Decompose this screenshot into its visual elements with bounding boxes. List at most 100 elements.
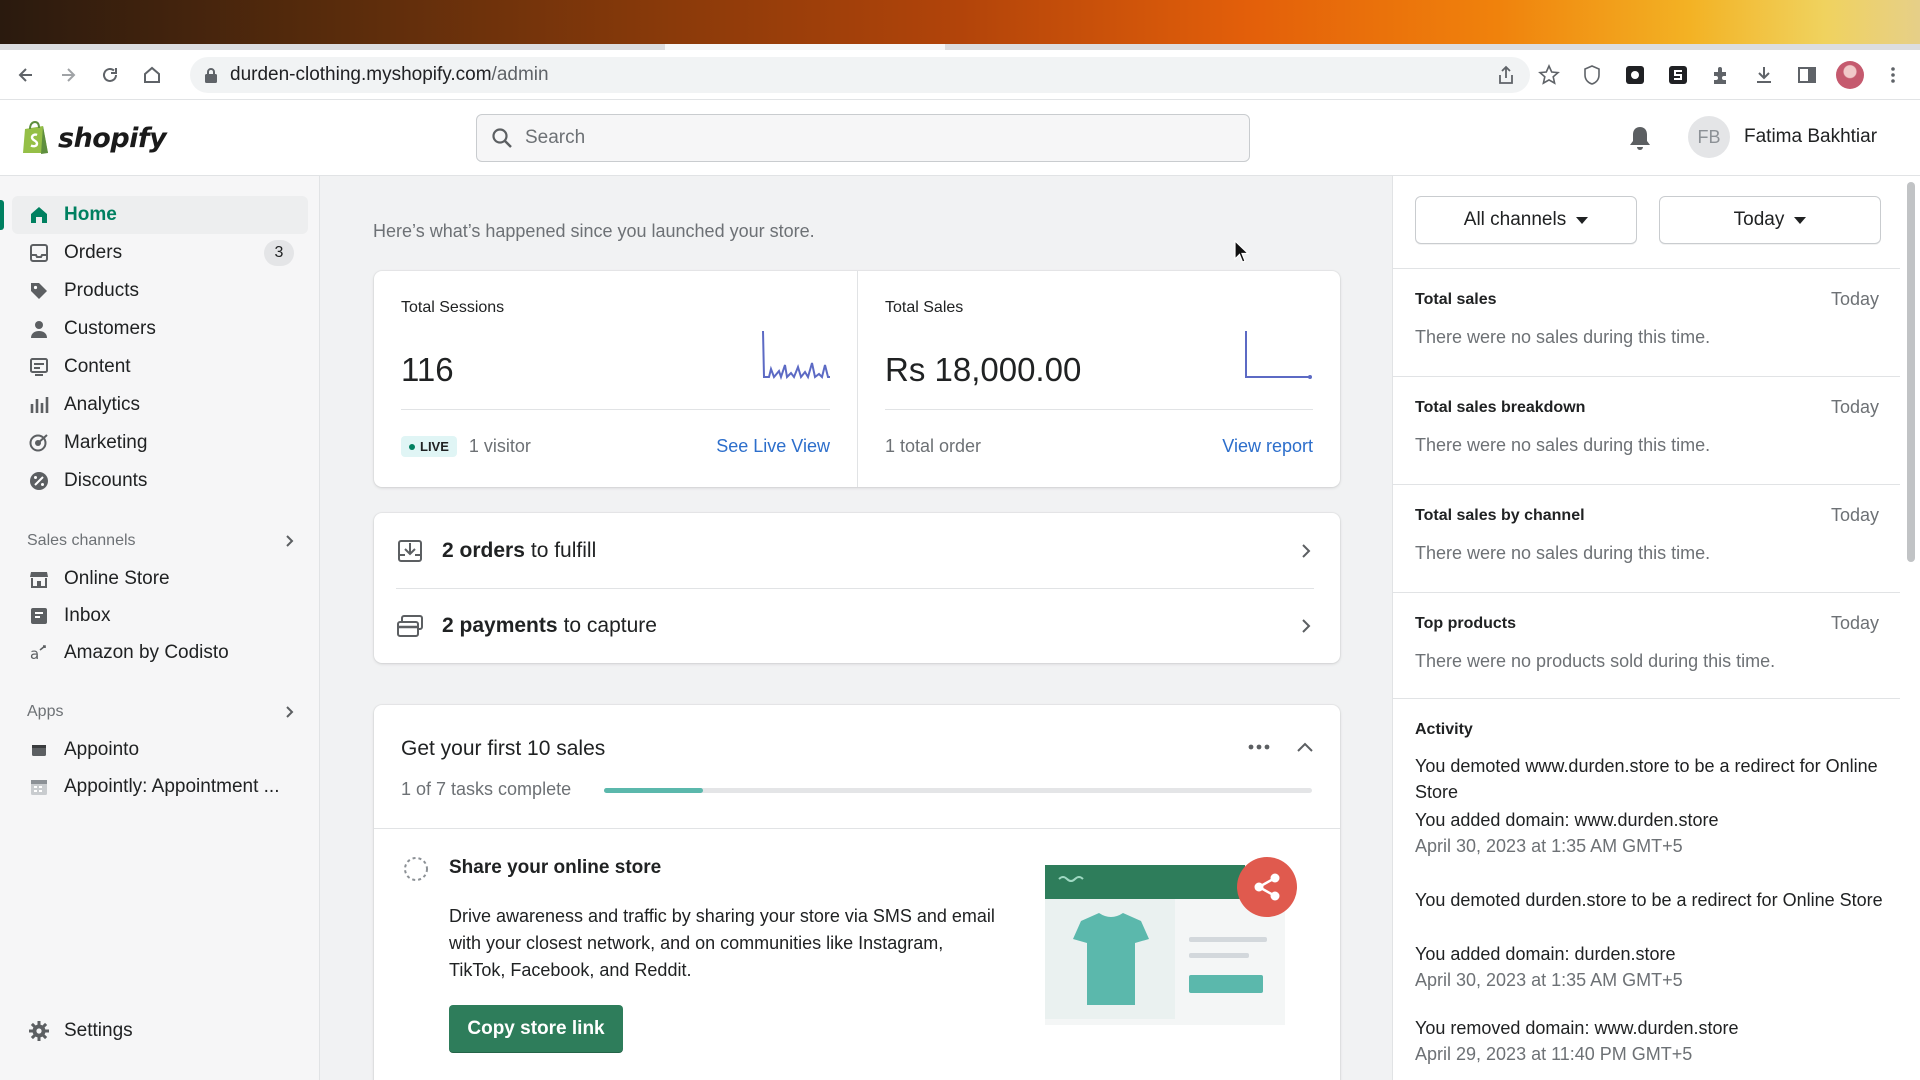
apps-section[interactable]: Apps: [27, 703, 297, 721]
download-icon[interactable]: [1749, 60, 1779, 90]
section-date: Today: [1830, 289, 1879, 309]
activity-title: Activity: [1415, 721, 1473, 738]
activity-item: You added domain: www.durden.store April …: [1415, 807, 1885, 859]
app-calendar-icon: [28, 776, 50, 798]
sidebar-item-content[interactable]: Content: [12, 348, 308, 386]
inbox-icon: [28, 605, 50, 627]
see-live-view-link[interactable]: See Live View: [716, 436, 830, 457]
s-extension-icon[interactable]: [1663, 60, 1693, 90]
sidebar-item-online-store[interactable]: Online Store: [12, 560, 308, 598]
todo-text: to fulfill: [530, 538, 597, 562]
section-title: Total sales by channel: [1415, 507, 1585, 524]
sidebar-item-orders[interactable]: Orders 3: [12, 234, 308, 272]
total-sales-section: Total sales Today There were no sales du…: [1393, 268, 1900, 376]
tag-icon: [28, 280, 50, 302]
sidebar-item-products[interactable]: Products: [12, 272, 308, 310]
sales-breakdown-section: Total sales breakdown Today There were n…: [1393, 376, 1900, 484]
address-bar[interactable]: durden-clothing.myshopify.com/admin: [190, 56, 1530, 93]
sidebar-item-label: Inbox: [64, 605, 111, 626]
chevron-right-icon[interactable]: [281, 704, 297, 720]
caret-down-icon: [1576, 216, 1589, 224]
side-panel-icon[interactable]: [1792, 60, 1822, 90]
admin-topbar: shopify FB Fatima Bakhtiar: [0, 100, 1920, 176]
sales-sparkline: [1245, 331, 1312, 379]
activity-item: You demoted www.durden.store to be a red…: [1415, 756, 1878, 802]
todo-count: 2 orders: [442, 538, 525, 562]
sidebar: Home Orders 3 Products Customers Content…: [0, 176, 320, 1080]
shopify-wordmark: shopify: [58, 122, 167, 154]
sidebar-item-home[interactable]: Home: [12, 196, 308, 234]
todo-card: 2 orders to fulfill 2 payments to captur…: [374, 513, 1340, 663]
channel-filter-dropdown[interactable]: All channels: [1415, 196, 1637, 244]
section-title: Total sales: [1415, 291, 1497, 308]
orders-icon: [28, 242, 50, 264]
home-icon: [28, 204, 50, 226]
visitor-count: 1 visitor: [468, 436, 531, 456]
order-count: 1 total order: [885, 436, 982, 456]
dark-extension-icon[interactable]: [1620, 60, 1650, 90]
reload-icon[interactable]: [94, 59, 126, 91]
puzzle-extensions-icon[interactable]: [1706, 60, 1736, 90]
todo-text: to capture: [563, 613, 657, 637]
back-icon[interactable]: [10, 59, 42, 91]
sidebar-item-label: Customers: [64, 318, 156, 339]
chevron-right-icon[interactable]: [281, 533, 297, 549]
sidebar-item-analytics[interactable]: Analytics: [12, 386, 308, 424]
progress-label: 1 of 7 tasks complete: [401, 779, 572, 799]
live-badge: LIVE: [401, 436, 457, 457]
shopify-bag-icon: [23, 120, 48, 154]
orders-to-fulfill-row[interactable]: 2 orders to fulfill: [374, 513, 1340, 588]
more-options-icon[interactable]: [1243, 731, 1275, 763]
active-indicator: [0, 200, 4, 230]
bookmark-star-icon[interactable]: [1534, 60, 1564, 90]
sidebar-item-label: Appointly: Appointment ...: [64, 776, 280, 797]
browser-toolbar: durden-clothing.myshopify.com/admin: [0, 50, 1920, 100]
share-page-icon[interactable]: [1491, 60, 1521, 90]
sales-channels-section[interactable]: Sales channels: [27, 532, 297, 550]
svg-text:a: a: [30, 645, 39, 663]
sidebar-item-customers[interactable]: Customers: [12, 310, 308, 348]
shopify-logo[interactable]: shopify: [20, 120, 167, 156]
total-sales-panel: Total Sales Rs 18,000.00 1 total order V…: [857, 271, 1340, 487]
chevron-up-icon[interactable]: [1289, 731, 1321, 763]
search-bar[interactable]: [476, 114, 1250, 162]
section-title: Top products: [1415, 615, 1517, 632]
activity-item: You demoted durden.store to be a redirec…: [1415, 890, 1883, 910]
setup-title: Get your first 10 sales: [401, 737, 606, 760]
task-title: Share your online store: [449, 857, 662, 878]
scrollbar-thumb[interactable]: [1907, 182, 1915, 562]
sidebar-item-appointo[interactable]: Appointo: [12, 731, 308, 769]
sidebar-item-amazon[interactable]: a Amazon by Codisto: [12, 634, 308, 672]
right-panel: All channels Today Total sales Today The…: [1392, 176, 1900, 1080]
user-menu[interactable]: FB Fatima Bakhtiar: [1688, 116, 1877, 158]
sidebar-item-discounts[interactable]: Discounts: [12, 462, 308, 500]
os-background-strip: [0, 0, 1920, 44]
person-icon: [28, 318, 50, 340]
shield-extension-icon[interactable]: [1577, 60, 1607, 90]
progress-fill: [604, 788, 704, 793]
view-report-link[interactable]: View report: [1222, 436, 1313, 457]
sidebar-item-label: Discounts: [64, 470, 148, 491]
app-icon: [28, 739, 50, 761]
sidebar-item-label: Content: [64, 356, 131, 377]
payments-to-capture-row[interactable]: 2 payments to capture: [374, 588, 1340, 663]
sidebar-item-settings[interactable]: Settings: [12, 1012, 308, 1050]
home-browser-icon[interactable]: [136, 59, 168, 91]
sidebar-item-inbox[interactable]: Inbox: [12, 597, 308, 635]
profile-avatar[interactable]: [1835, 60, 1865, 90]
mouse-cursor-icon: [1234, 240, 1250, 263]
progress-bar: [604, 788, 1312, 793]
search-input[interactable]: [525, 127, 1225, 149]
task-status-circle-icon[interactable]: [403, 856, 429, 882]
forward-icon[interactable]: [52, 59, 84, 91]
avatar: FB: [1688, 116, 1730, 158]
orders-count-badge: 3: [264, 240, 294, 266]
chrome-menu-icon[interactable]: [1878, 60, 1908, 90]
sidebar-item-marketing[interactable]: Marketing: [12, 424, 308, 462]
notification-bell-icon[interactable]: [1626, 124, 1654, 152]
copy-store-link-button[interactable]: Copy store link: [449, 1005, 623, 1053]
sidebar-item-appointly[interactable]: Appointly: Appointment ...: [12, 768, 308, 806]
target-icon: [28, 432, 50, 454]
metric-label: Total Sales: [885, 299, 964, 316]
date-filter-dropdown[interactable]: Today: [1659, 196, 1881, 244]
